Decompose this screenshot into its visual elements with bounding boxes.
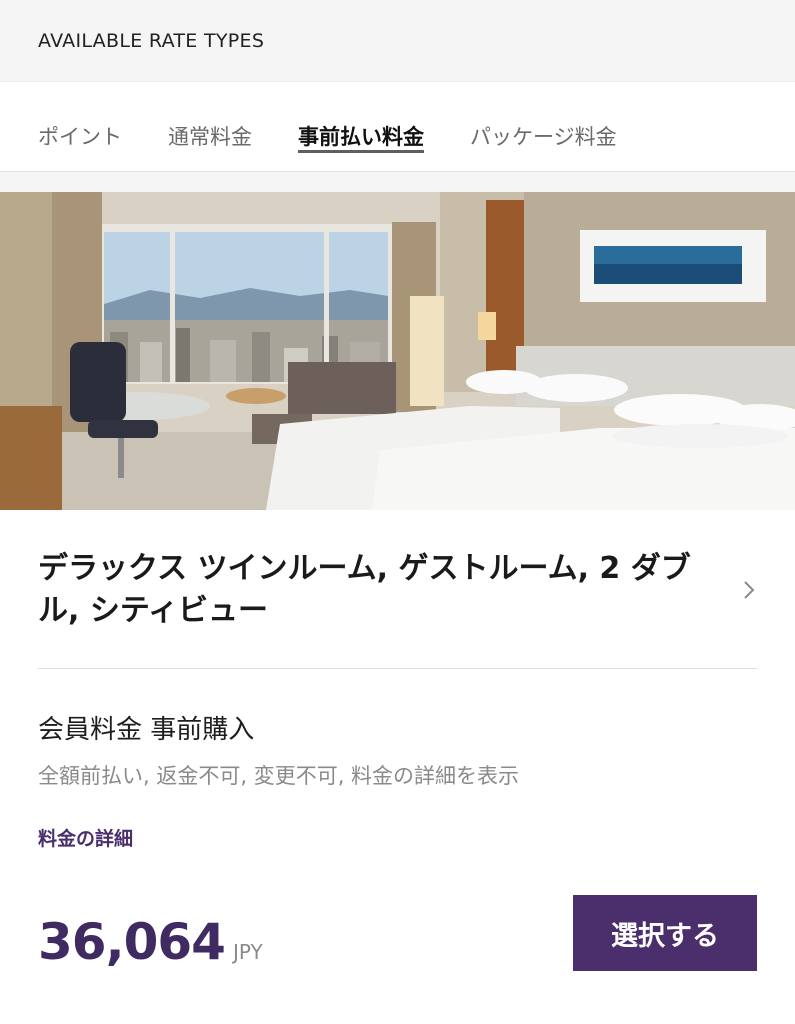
room-photo xyxy=(0,192,795,510)
room-card: デラックス ツインルーム, ゲストルーム, 2 ダブル, シティビュー 会員料金… xyxy=(0,510,795,971)
price: 36,064 JPY xyxy=(38,913,263,971)
rate-details-link[interactable]: 料金の詳細 xyxy=(38,824,133,851)
rate-type-tabs: ポイント 通常料金 事前払い料金 パッケージ料金 xyxy=(0,82,795,172)
price-row: 36,064 JPY 選択する xyxy=(38,895,757,971)
price-amount: 36,064 xyxy=(38,913,226,971)
page-header: AVAILABLE RATE TYPES xyxy=(0,0,795,82)
room-title-row[interactable]: デラックス ツインルーム, ゲストルーム, 2 ダブル, シティビュー xyxy=(38,510,757,669)
chevron-right-icon[interactable] xyxy=(737,578,761,602)
tab-regular-rate[interactable]: 通常料金 xyxy=(168,121,252,171)
tab-points[interactable]: ポイント xyxy=(38,121,122,171)
header-title: AVAILABLE RATE TYPES xyxy=(38,29,265,52)
tab-prepaid-rate[interactable]: 事前払い料金 xyxy=(298,121,424,171)
rate-name: 会員料金 事前購入 xyxy=(38,715,255,745)
price-currency: JPY xyxy=(232,940,263,964)
tab-package-rate[interactable]: パッケージ料金 xyxy=(470,121,617,171)
select-button[interactable]: 選択する xyxy=(573,895,757,971)
rate-description: 全額前払い, 返金不可, 変更不可, 料金の詳細を表示 xyxy=(38,764,520,788)
room-title: デラックス ツインルーム, ゲストルーム, 2 ダブル, シティビュー xyxy=(38,551,691,628)
section-gap xyxy=(0,172,795,192)
